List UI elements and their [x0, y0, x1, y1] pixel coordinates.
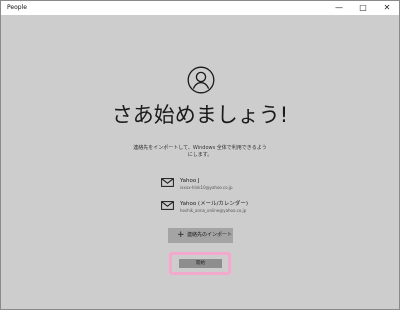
welcome-heading: さあ始めましょう!	[111, 103, 289, 127]
import-contacts-button[interactable]: + 連絡先のインポート	[168, 228, 233, 243]
account-email: hoshik_anna_online@yahoo.co.jp	[180, 208, 247, 213]
mail-icon	[161, 178, 174, 187]
start-button[interactable]: 開始	[179, 259, 222, 268]
people-window: People — □ ✕ さあ始めましょう! 連絡先をインポートして、Windo…	[0, 0, 400, 310]
minimize-button[interactable]: —	[327, 1, 351, 15]
app-title: People	[7, 4, 27, 11]
mail-icon	[161, 201, 174, 210]
account-item-yahoo-j[interactable]: Yahoo J ixxxx-hlnk10@yahoo.co.jp	[161, 178, 281, 198]
account-name: Yahoo J	[180, 178, 200, 184]
account-item-yahoo-mail-calendar[interactable]: Yahoo (メール/カレンダー) hoshik_anna_online@yah…	[161, 201, 281, 221]
account-email: ixxxx-hlnk10@yahoo.co.jp	[180, 185, 233, 190]
maximize-button[interactable]: □	[351, 1, 375, 15]
account-name: Yahoo (メール/カレンダー)	[180, 201, 249, 207]
import-contacts-label: 連絡先のインポート	[187, 232, 233, 238]
person-icon	[187, 66, 215, 94]
welcome-description: 連絡先をインポートして、Windows 全体で利用できるようにします。	[133, 145, 267, 158]
plus-icon: +	[177, 230, 185, 240]
close-button[interactable]: ✕	[375, 1, 399, 15]
welcome-content: さあ始めましょう! 連絡先をインポートして、Windows 全体で利用できるよう…	[1, 15, 399, 309]
title-bar: People — □ ✕	[1, 1, 399, 15]
